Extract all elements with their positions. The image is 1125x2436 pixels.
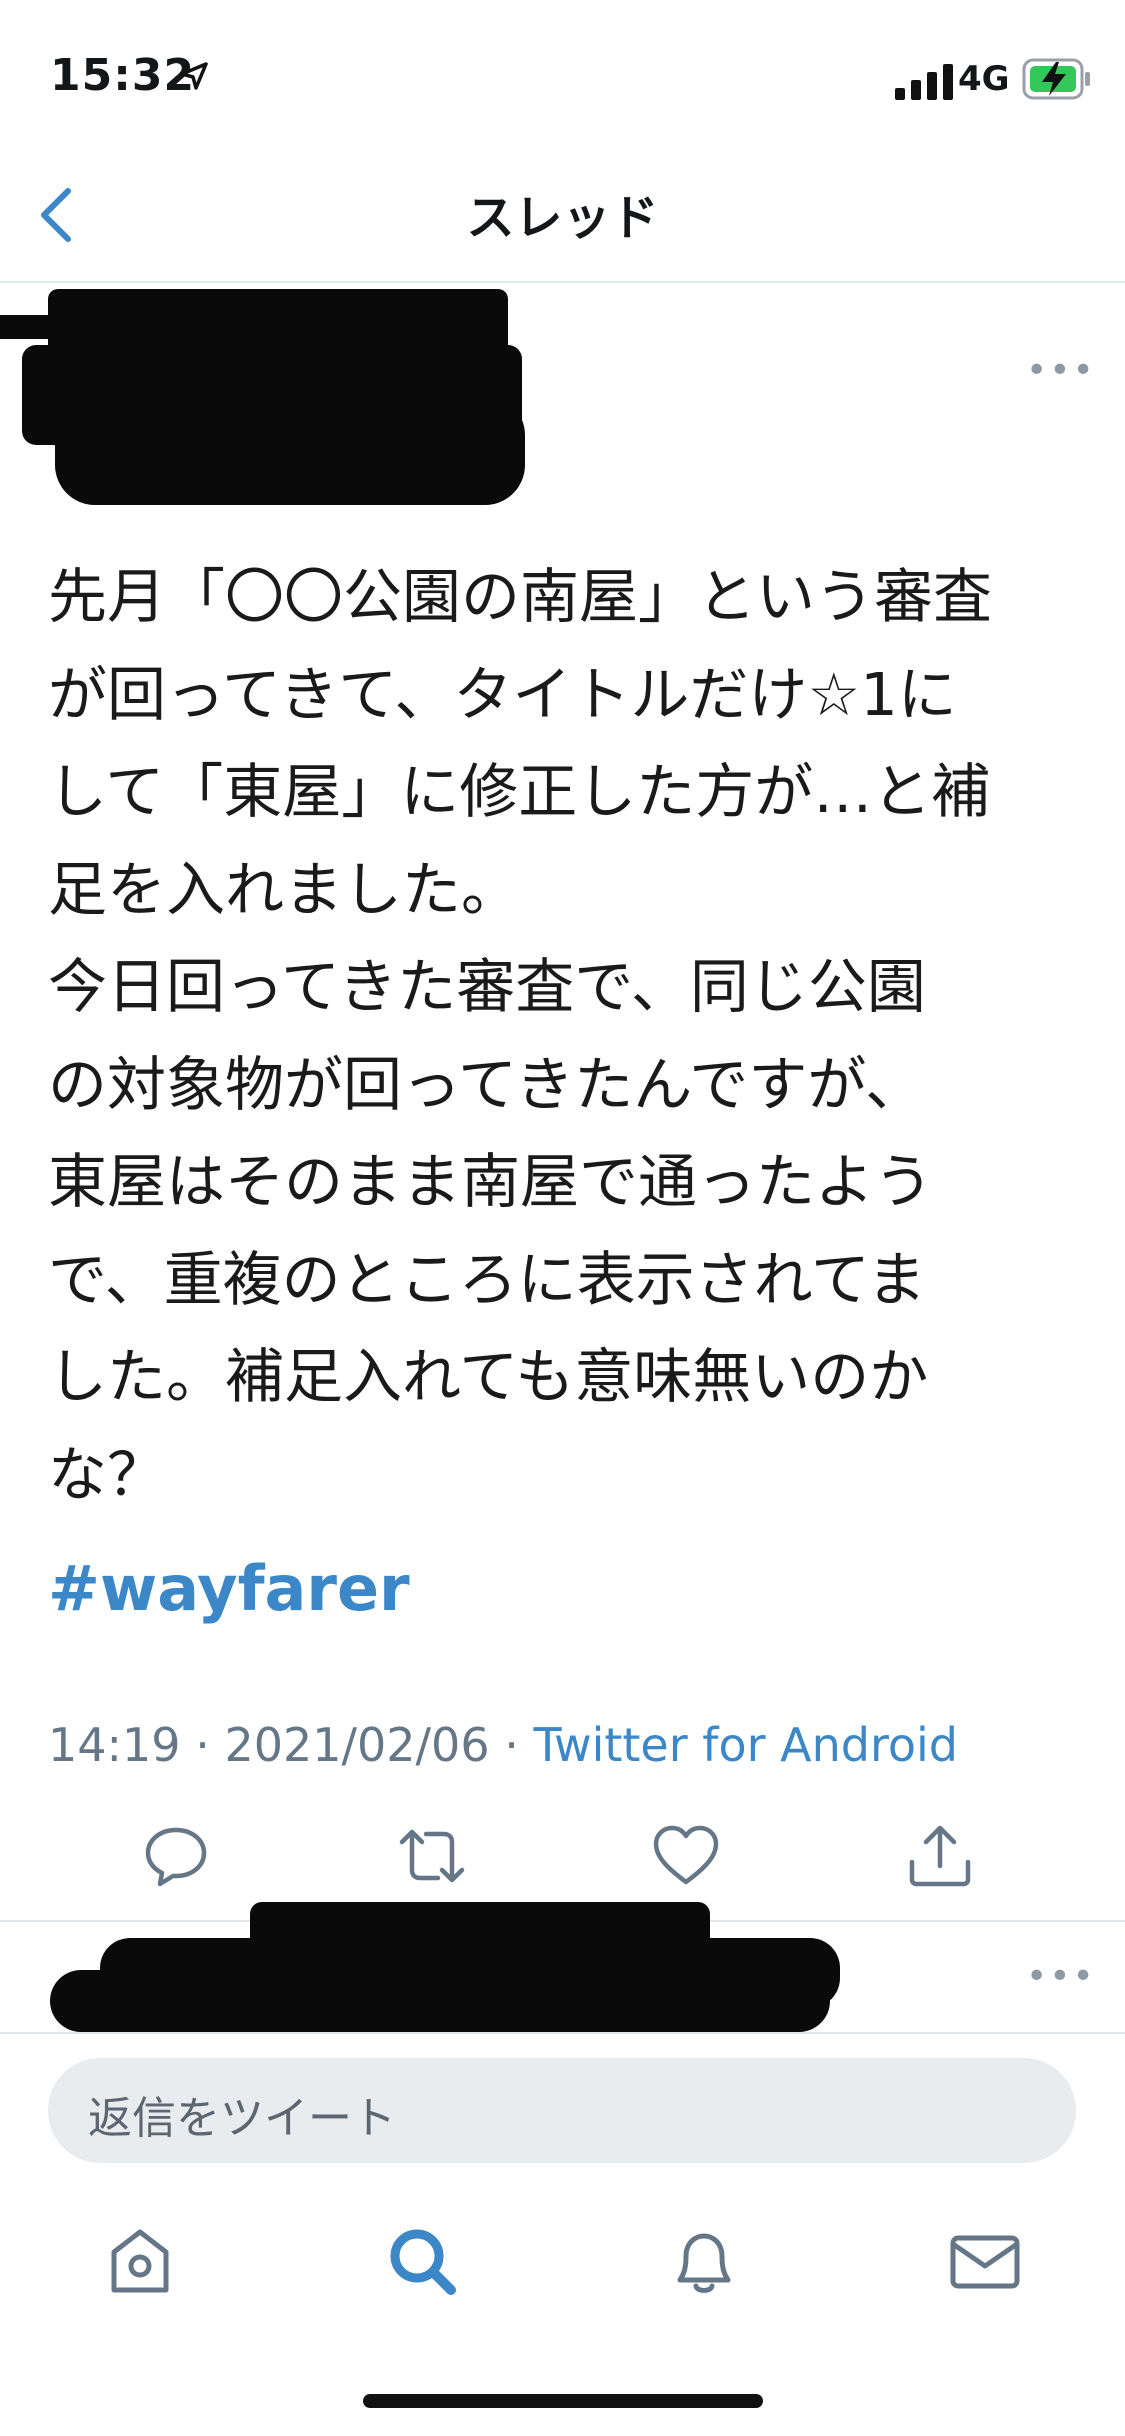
network-type: 4G [958, 59, 1010, 99]
location-arrow-icon [180, 62, 208, 90]
tweet-line: 足を入れました。 [48, 854, 521, 924]
tweet-date: 2021/02/06 [224, 1718, 490, 1772]
reply-tweet-redacted [40, 1900, 840, 2040]
header-divider [0, 281, 1125, 283]
tweet-line: で、重複のところに表示されてま [48, 1244, 926, 1314]
tweet-author-redacted [0, 285, 540, 510]
meta-separator: · [180, 1718, 225, 1772]
reply-placeholder: 返信をツイート [88, 2093, 396, 2144]
tweet-more-button[interactable]: ••• [1026, 350, 1096, 391]
status-time: 15:32 [50, 50, 196, 101]
like-icon[interactable] [650, 1820, 722, 1892]
reply-icon[interactable] [140, 1820, 212, 1892]
home-indicator[interactable] [363, 2394, 763, 2408]
reply-divider [0, 2032, 1125, 2034]
battery-charging-icon [1022, 58, 1090, 100]
page-title: スレッド [466, 190, 659, 246]
notifications-icon[interactable] [664, 2222, 744, 2302]
tweet-text: 先月「〇〇公園の南屋」という審査 が回ってきて、タイトルだけ☆1に して「東屋」… [48, 548, 1088, 1523]
tweet-line: が回ってきて、タイトルだけ☆1に [48, 659, 957, 729]
tweet-line: 今日回ってきた審査で、同じ公園 [48, 952, 926, 1021]
search-icon[interactable] [383, 2222, 463, 2302]
tweet-time: 14:19 [48, 1718, 181, 1772]
tweet-line: 先月「〇〇公園の南屋」という審査 [48, 562, 993, 631]
messages-icon[interactable] [945, 2222, 1025, 2302]
reply-more-button[interactable]: ••• [1026, 1956, 1096, 1997]
tweet-meta: 14:19 · 2021/02/06 · Twitter for Android [48, 1718, 958, 1772]
tweet-source-link[interactable]: Twitter for Android [533, 1718, 958, 1772]
hashtag-link[interactable]: #wayfarer [48, 1552, 410, 1625]
tweet-line: の対象物が回ってきたんですが、 [48, 1049, 925, 1119]
tweet-line: な？ [48, 1439, 167, 1509]
tweet-line: して「東屋」に修正した方が…と補 [48, 757, 991, 826]
share-icon[interactable] [904, 1820, 976, 1892]
retweet-icon[interactable] [396, 1820, 468, 1892]
meta-separator: · [489, 1718, 534, 1772]
tweet-line: 東屋はそのまま南屋で通ったよう [48, 1147, 934, 1216]
home-icon[interactable] [100, 2222, 180, 2302]
cellular-signal-icon [895, 64, 953, 100]
tweet-line: した。補足入れても意味無いのか [48, 1342, 929, 1411]
